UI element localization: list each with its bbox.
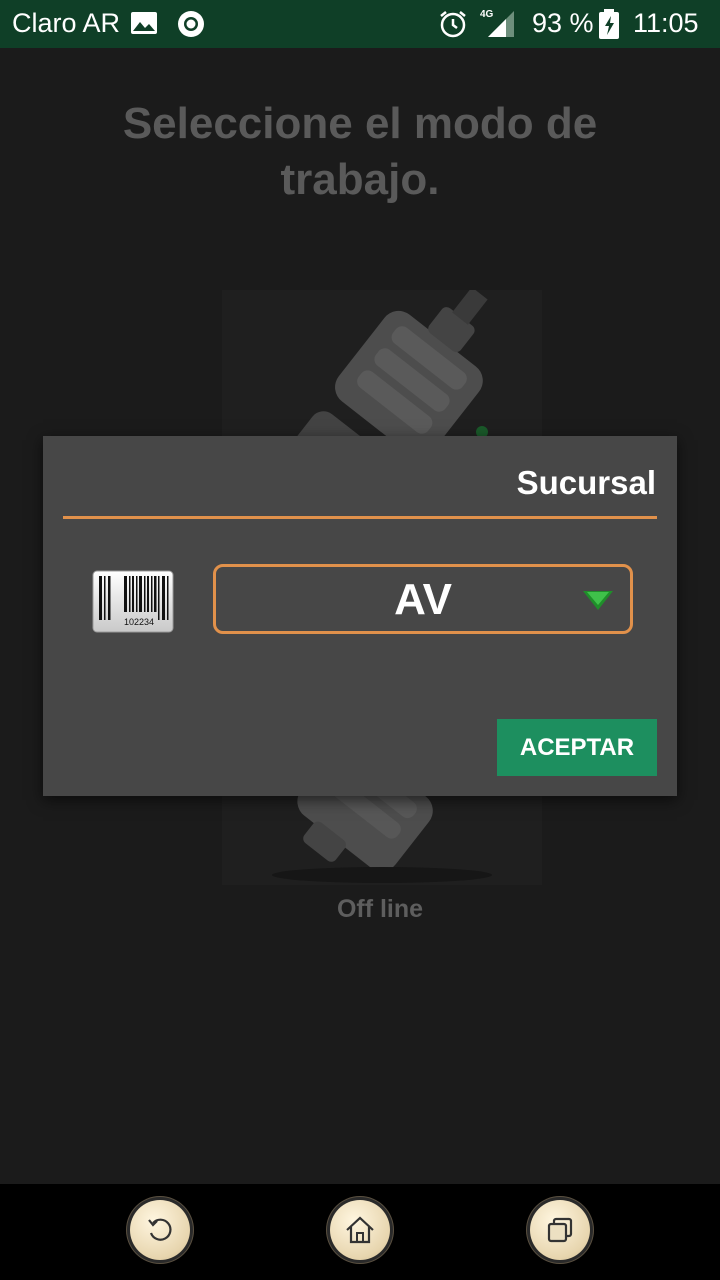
network-type: 4G <box>480 9 494 20</box>
home-button[interactable] <box>330 1200 390 1260</box>
branch-spinner[interactable]: AV <box>213 564 633 634</box>
spinner-value: AV <box>394 575 452 624</box>
recents-icon <box>547 1217 573 1243</box>
signal-icon: 4G <box>480 9 514 37</box>
barcode-icon: 102234 <box>92 570 174 633</box>
clock: 11:05 <box>633 8 699 38</box>
carrier-name: Claro AR <box>12 8 121 38</box>
image-icon <box>131 12 157 34</box>
recents-button[interactable] <box>530 1200 590 1260</box>
alarm-icon <box>440 11 466 38</box>
record-icon <box>178 11 204 37</box>
battery-charging-icon <box>599 9 619 39</box>
mode-label[interactable]: Off line <box>280 895 480 924</box>
screen: Claro AR 4G 93 % 11:05 Seleccione el mod… <box>0 0 720 1280</box>
navigation-bar <box>0 1184 720 1280</box>
branch-dialog: Sucursal 102234 AV ACEPTAR <box>43 436 677 796</box>
dropdown-arrow-icon <box>583 591 613 610</box>
barcode-number: 102234 <box>124 617 154 627</box>
back-icon <box>148 1218 172 1241</box>
home-icon <box>346 1216 374 1244</box>
dialog-title: Sucursal <box>516 464 656 501</box>
status-bar: Claro AR 4G 93 % 11:05 <box>0 0 720 48</box>
dialog-divider <box>63 516 657 519</box>
back-button[interactable] <box>130 1200 190 1260</box>
battery-percent: 93 % <box>532 8 594 38</box>
page-title: Seleccione el modo de trabajo. <box>122 99 598 204</box>
accept-button[interactable]: ACEPTAR <box>497 719 657 776</box>
